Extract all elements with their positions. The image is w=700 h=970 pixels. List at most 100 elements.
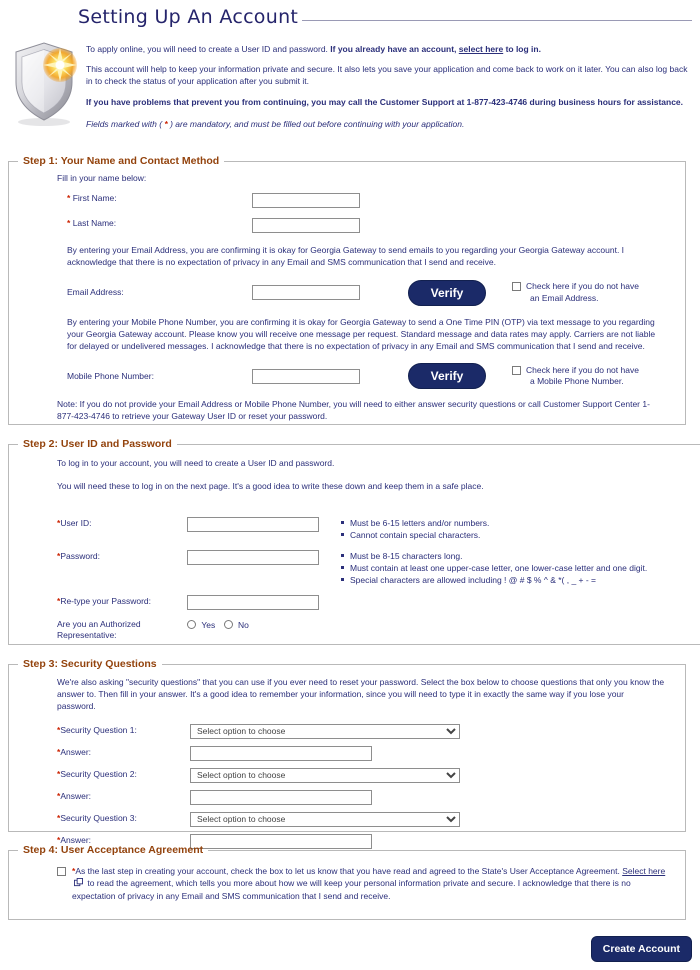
user-id-rule: Must be 6-15 letters and/or numbers. bbox=[341, 517, 489, 529]
no-email-checkbox[interactable] bbox=[512, 281, 521, 291]
authorized-representative-radio-group: Yes No bbox=[187, 619, 249, 630]
step-1-legend: Step 1: Your Name and Contact Method bbox=[23, 155, 220, 167]
step-2-legend: Step 2: User ID and Password bbox=[23, 438, 172, 450]
security-answer-2-label: *Answer: bbox=[57, 791, 190, 802]
security-question-2-select[interactable]: Select option to choose bbox=[190, 767, 460, 783]
step-2-paragraph-2: You will need these to log in on the nex… bbox=[57, 481, 484, 491]
mobile-phone-label: Mobile Phone Number: bbox=[67, 370, 154, 381]
last-name-label: * Last Name: bbox=[67, 218, 252, 229]
step-3-fieldset: Step 3: Security Questions We're also as… bbox=[8, 658, 686, 849]
security-question-1-row: *Security Question 1: Select option to c… bbox=[57, 723, 675, 739]
select-here-agreement-link[interactable]: Select here bbox=[622, 866, 665, 876]
ans1-label-text: Answer: bbox=[60, 747, 92, 758]
security-question-3-row: *Security Question 3: Select option to c… bbox=[57, 811, 675, 827]
password-label: *Password: bbox=[57, 550, 187, 562]
title-divider bbox=[302, 19, 692, 21]
security-answer-2-row: *Answer: bbox=[57, 789, 675, 805]
step-2-paragraph-1: To log in to your account, you will need… bbox=[57, 458, 335, 468]
acceptance-text-a: As the last step in creating your accoun… bbox=[75, 866, 623, 876]
acceptance-agreement-checkbox[interactable] bbox=[57, 867, 66, 876]
acceptance-agreement-text: *As the last step in creating your accou… bbox=[72, 866, 671, 903]
shield-with-starburst-icon bbox=[8, 38, 80, 128]
last-name-row: * Last Name: bbox=[67, 218, 675, 233]
email-address-row: Email Address: Verify Check here if you … bbox=[67, 279, 675, 306]
user-id-rules-list: Must be 6-15 letters and/or numbers. Can… bbox=[341, 517, 489, 542]
retype-password-input[interactable] bbox=[187, 594, 319, 610]
step-1-note: Note: If you do not provide your Email A… bbox=[57, 399, 650, 422]
create-account-button[interactable]: Create Account bbox=[590, 936, 692, 962]
open-in-new-window-icon[interactable] bbox=[74, 877, 83, 891]
no-mobile-checkbox[interactable] bbox=[512, 365, 521, 375]
auth-rep-no-radio[interactable] bbox=[223, 619, 233, 629]
step-2-fieldset: Step 2: User ID and Password To log in t… bbox=[8, 438, 700, 645]
no-email-checkbox-group: Check here if you do not have an Email A… bbox=[512, 281, 639, 305]
password-rule: Must be 8-15 characters long. bbox=[341, 550, 700, 562]
email-verify-button[interactable]: Verify bbox=[408, 279, 486, 306]
password-row: *Password: Must be 8-15 characters long.… bbox=[57, 549, 700, 587]
password-label-text: Password: bbox=[60, 550, 100, 561]
page-title-row: Setting Up An Account bbox=[0, 6, 700, 28]
retype-password-row: *Re-type your Password: bbox=[57, 594, 700, 610]
password-rule: Special characters are allowed including… bbox=[341, 574, 700, 586]
intro-paragraph-4: Fields marked with ( * ) are mandatory, … bbox=[86, 119, 692, 130]
acceptance-text-b: to read the agreement, which tells you m… bbox=[72, 877, 631, 901]
step-1-fieldset: Step 1: Your Name and Contact Method Fil… bbox=[8, 155, 686, 425]
first-name-row: * First Name: bbox=[67, 193, 675, 208]
no-mobile-label-line-2: a Mobile Phone Number. bbox=[530, 376, 624, 387]
auth-rep-label-line-2: Representative: bbox=[57, 630, 117, 641]
user-id-row: *User ID: Must be 6-15 letters and/or nu… bbox=[57, 517, 700, 542]
security-question-1-select[interactable]: Select option to choose bbox=[190, 723, 460, 739]
sq2-label-text: Security Question 2: bbox=[60, 769, 137, 780]
step-4-legend: Step 4: User Acceptance Agreement bbox=[23, 844, 204, 856]
step-4-fieldset: Step 4: User Acceptance Agreement *As th… bbox=[8, 844, 686, 920]
last-name-required-asterisk: * bbox=[67, 218, 71, 228]
intro-paragraph-1: To apply online, you will need to create… bbox=[86, 44, 692, 55]
security-question-1-label: *Security Question 1: bbox=[57, 725, 190, 736]
sq3-label-text: Security Question 3: bbox=[60, 813, 137, 824]
mobile-verify-button[interactable]: Verify bbox=[408, 363, 486, 390]
no-email-checkbox-label: Check here if you do not have an Email A… bbox=[526, 281, 639, 305]
authorized-representative-row: Are you an Authorized Representative: Ye… bbox=[57, 619, 700, 643]
mobile-consent-text: By entering your Mobile Phone Number, yo… bbox=[67, 316, 656, 351]
security-question-3-label: *Security Question 3: bbox=[57, 813, 190, 824]
intro-p1-a: To apply online, you will need to create… bbox=[86, 44, 331, 54]
no-mobile-label-line-1: Check here if you do not have bbox=[526, 364, 639, 375]
account-setup-page: Setting Up An Account To apply online, y… bbox=[0, 0, 700, 970]
intro-p1-b: If you already have an account, bbox=[330, 44, 459, 54]
security-answer-1-input[interactable] bbox=[190, 745, 372, 761]
retype-password-label-text: Re-type your Password: bbox=[60, 595, 152, 606]
intro-paragraph-2: This account will help to keep your info… bbox=[86, 64, 688, 86]
acceptance-agreement-row: *As the last step in creating your accou… bbox=[57, 866, 671, 903]
first-name-required-asterisk: * bbox=[67, 193, 71, 203]
first-name-input[interactable] bbox=[252, 193, 360, 208]
security-answer-1-row: *Answer: bbox=[57, 745, 675, 761]
user-id-label: *User ID: bbox=[57, 517, 187, 529]
intro-paragraph-3: If you have problems that prevent you fr… bbox=[86, 97, 684, 108]
user-id-input[interactable] bbox=[187, 517, 319, 532]
mobile-phone-input[interactable] bbox=[252, 368, 360, 384]
security-question-2-label: *Security Question 2: bbox=[57, 769, 190, 780]
password-rules-list: Must be 8-15 characters long. Must conta… bbox=[341, 550, 700, 587]
last-name-input[interactable] bbox=[252, 218, 360, 233]
auth-rep-no-label: No bbox=[238, 619, 249, 630]
intro-p1-c: to log in. bbox=[503, 44, 541, 54]
first-name-label-text: First Name: bbox=[72, 193, 117, 203]
security-question-3-select[interactable]: Select option to choose bbox=[190, 811, 460, 827]
select-here-login-link[interactable]: select here bbox=[459, 44, 503, 54]
page-title: Setting Up An Account bbox=[78, 6, 299, 28]
email-address-input[interactable] bbox=[252, 285, 360, 301]
security-question-2-row: *Security Question 2: Select option to c… bbox=[57, 767, 675, 783]
password-rule: Must contain at least one upper-case let… bbox=[341, 562, 700, 574]
password-input[interactable] bbox=[187, 549, 319, 565]
no-mobile-checkbox-label: Check here if you do not have a Mobile P… bbox=[526, 365, 639, 389]
auth-rep-label-line-1: Are you an Authorized bbox=[57, 618, 141, 629]
fill-in-name-label: Fill in your name below: bbox=[57, 173, 147, 183]
auth-rep-yes-radio[interactable] bbox=[187, 619, 196, 629]
no-email-label-line-2: an Email Address. bbox=[530, 292, 599, 303]
auth-rep-yes-label: Yes bbox=[201, 619, 216, 630]
retype-password-label: *Re-type your Password: bbox=[57, 595, 187, 607]
email-address-label: Email Address: bbox=[67, 287, 124, 298]
security-answer-2-input[interactable] bbox=[190, 789, 372, 805]
step-3-legend: Step 3: Security Questions bbox=[23, 658, 157, 670]
no-email-label-line-1: Check here if you do not have bbox=[526, 280, 639, 291]
